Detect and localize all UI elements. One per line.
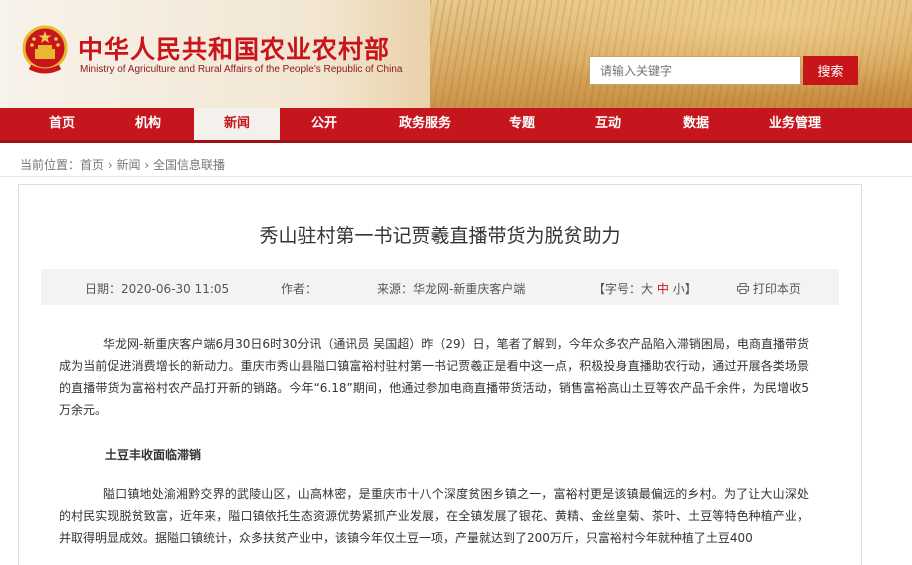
nav-interaction[interactable]: 互动 <box>572 108 644 140</box>
site-header: 中华人民共和国农业农村部 Ministry of Agriculture and… <box>0 0 912 108</box>
article-title: 秀山驻村第一书记贾羲直播带货为脱贫助力 <box>259 225 621 247</box>
font-size-big[interactable]: 大 <box>641 282 653 296</box>
site-subtitle: Ministry of Agriculture and Rural Affair… <box>80 64 403 75</box>
article-subheading: 土豆丰收面临滞销 <box>105 448 202 462</box>
site-title: 中华人民共和国农业农村部 <box>78 35 391 64</box>
article-date: 日期：2020-06-30 11:05 <box>85 282 230 296</box>
wheat-field-banner <box>430 0 912 108</box>
nav-gov-services[interactable]: 政务服务 <box>382 108 468 140</box>
nav-organization[interactable]: 机构 <box>112 108 184 140</box>
article-source: 来源：华龙网-新重庆客户端 <box>377 282 526 296</box>
main-nav: 首页 机构 新闻 公开 政务服务 专题 互动 数据 业务管理 <box>0 108 912 143</box>
article-paragraph-1: 华龙网-新重庆客户端6月30日6时30分讯（通讯员 吴国超）昨（29）日，笔者了… <box>59 337 809 417</box>
font-size-control: 【字号：大 中 小】 <box>593 280 697 297</box>
article-paragraph-2: 隘口镇地处渝湘黔交界的武陵山区，山高林密，是重庆市十八个深度贫困乡镇之一，富裕村… <box>59 487 809 545</box>
print-label: 打印本页 <box>752 282 801 296</box>
breadcrumb-home[interactable]: 首页 <box>80 158 104 172</box>
breadcrumb-current[interactable]: 全国信息联播 <box>153 158 225 172</box>
breadcrumb-separator: › <box>107 158 113 172</box>
divider <box>0 176 912 177</box>
nav-public[interactable]: 公开 <box>288 108 360 140</box>
font-size-medium[interactable]: 中 <box>657 282 669 296</box>
search-input[interactable] <box>589 56 801 85</box>
nav-business[interactable]: 业务管理 <box>752 108 838 140</box>
nav-data[interactable]: 数据 <box>660 108 732 140</box>
article-meta-bar: 日期：2020-06-30 11:05 作者： 来源：华龙网-新重庆客户端 【字… <box>41 269 839 305</box>
print-link[interactable]: 打印本页 <box>737 280 801 297</box>
national-emblem-icon <box>22 25 68 74</box>
nav-news[interactable]: 新闻 <box>194 108 280 140</box>
font-size-label: 【字号： <box>593 282 642 296</box>
breadcrumb-news[interactable]: 新闻 <box>117 158 141 172</box>
search-button[interactable]: 搜索 <box>803 56 858 85</box>
font-size-small[interactable]: 小】 <box>673 282 697 296</box>
breadcrumb-prefix: 当前位置： <box>20 158 81 172</box>
article-author: 作者： <box>281 282 318 296</box>
printer-icon <box>737 283 749 294</box>
article-container: 秀山驻村第一书记贾羲直播带货为脱贫助力 日期：2020-06-30 11:05 … <box>18 184 862 565</box>
nav-topics[interactable]: 专题 <box>486 108 558 140</box>
breadcrumb-separator: › <box>144 158 150 172</box>
breadcrumb: 当前位置：首页 › 新闻 › 全国信息联播 <box>20 156 225 173</box>
nav-home[interactable]: 首页 <box>26 108 98 140</box>
